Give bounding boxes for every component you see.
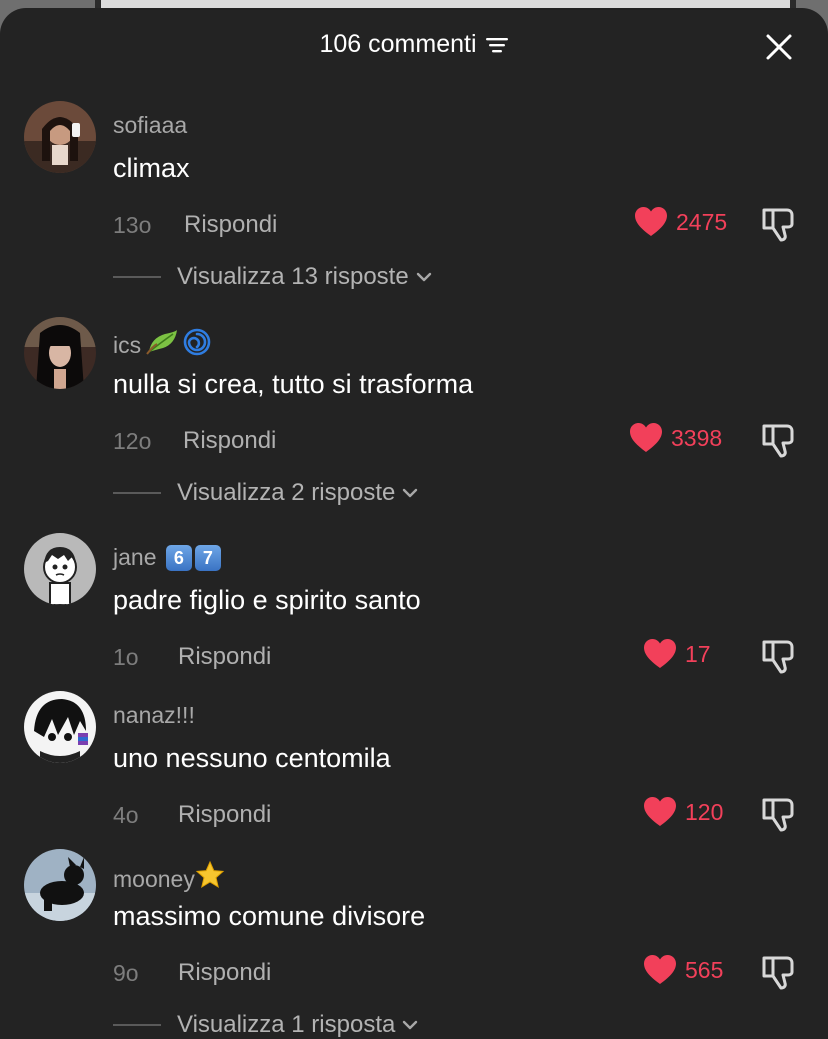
like-button[interactable]: 17 [643, 638, 711, 670]
view-replies-button[interactable]: Visualizza 2 risposte [113, 479, 419, 507]
leaf-emoji-icon [146, 330, 178, 355]
like-button[interactable]: 2475 [634, 206, 727, 238]
avatar[interactable] [24, 691, 96, 763]
like-button[interactable]: 3398 [629, 422, 722, 454]
keycap-badge: 6 [165, 545, 192, 571]
reply-button[interactable]: Rispondi [178, 643, 271, 671]
view-replies-button[interactable]: Visualizza 13 risposte [113, 263, 433, 291]
avatar[interactable] [24, 533, 96, 605]
heart-icon [635, 207, 667, 236]
like-count: 565 [685, 956, 724, 983]
comment-username[interactable]: jane 67 [113, 544, 221, 571]
like-count: 3398 [671, 424, 723, 451]
cyclone-emoji-icon [183, 328, 211, 356]
comment-time: 13o [113, 212, 152, 238]
reply-button[interactable]: Rispondi [178, 801, 271, 829]
chevron-down-icon [416, 272, 431, 282]
filter-icon[interactable] [485, 36, 509, 54]
dislike-icon[interactable] [760, 639, 798, 675]
comment-username[interactable]: nanaz!!! [113, 702, 195, 729]
avatar[interactable] [24, 317, 96, 389]
chevron-down-icon [403, 1020, 418, 1030]
reply-button[interactable]: Rispondi [183, 427, 276, 455]
comments-sheet: 106 commenti sofiaaa climax 13o Rispondi… [0, 8, 828, 1039]
chevron-down-icon [403, 488, 418, 498]
comment-time: 12o [113, 428, 152, 454]
comment-username[interactable]: mooney [113, 860, 225, 893]
comment-username[interactable]: sofiaaa [113, 112, 187, 139]
reply-button[interactable]: Rispondi [178, 959, 271, 987]
comment-username[interactable]: ics [113, 328, 211, 359]
close-icon[interactable] [764, 32, 794, 62]
dislike-icon[interactable] [760, 207, 798, 243]
like-count: 2475 [676, 208, 728, 235]
like-count: 17 [685, 640, 711, 667]
like-count: 120 [685, 798, 724, 825]
comment-time: 1o [113, 644, 139, 670]
comment-text: uno nessuno centomila [113, 743, 391, 773]
divider [113, 1024, 161, 1026]
comments-title[interactable]: 106 commenti [0, 30, 828, 59]
divider [113, 276, 161, 278]
comment-text: massimo comune divisore [113, 901, 426, 931]
like-button[interactable]: 120 [643, 796, 723, 828]
comment-text: padre figlio e spirito santo [113, 585, 421, 615]
dislike-icon[interactable] [760, 797, 798, 833]
comment-time: 4o [113, 802, 139, 828]
avatar[interactable] [24, 101, 96, 173]
comment-time: 9o [113, 960, 139, 986]
heart-icon [644, 797, 676, 826]
heart-icon [644, 955, 676, 984]
comments-count-label: 106 commenti [319, 30, 477, 58]
divider [113, 492, 161, 494]
like-button[interactable]: 565 [643, 954, 723, 986]
dislike-icon[interactable] [760, 955, 798, 991]
view-replies-button[interactable]: Visualizza 1 risposta [113, 1011, 419, 1039]
heart-icon [630, 423, 662, 452]
avatar[interactable] [24, 849, 96, 921]
comments-header: 106 commenti [0, 8, 828, 84]
star-emoji-icon [195, 860, 225, 889]
comment-text: climax [113, 153, 190, 183]
comment-text: nulla si crea, tutto si trasforma [113, 369, 474, 399]
dislike-icon[interactable] [760, 423, 798, 459]
keycap-badge: 7 [194, 545, 221, 571]
reply-button[interactable]: Rispondi [184, 211, 277, 239]
heart-icon [644, 639, 676, 668]
